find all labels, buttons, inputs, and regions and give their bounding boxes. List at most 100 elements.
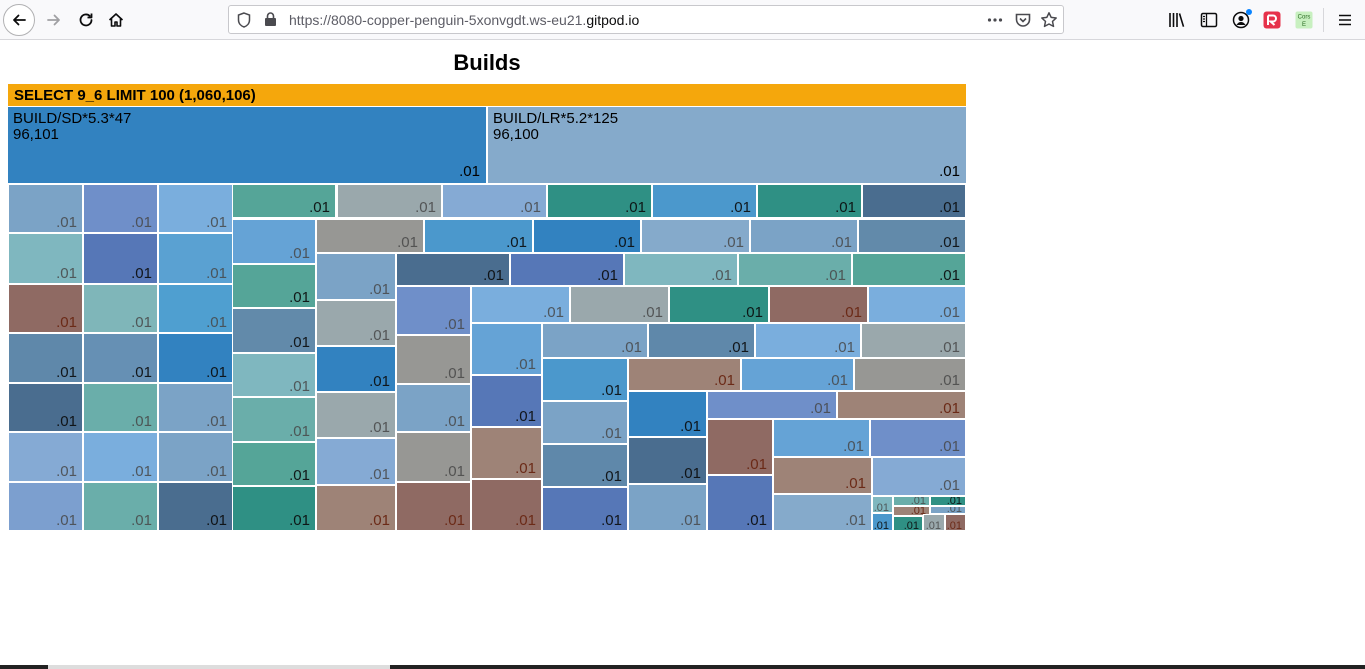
treemap-cell[interactable]: .01	[893, 516, 923, 531]
treemap-cell[interactable]: .01	[396, 432, 471, 482]
treemap-cell[interactable]: .01	[232, 442, 316, 486]
treemap-cell[interactable]: .01	[570, 286, 669, 323]
menu-icon[interactable]	[1336, 11, 1354, 29]
treemap-cell[interactable]: .01	[442, 184, 547, 218]
treemap-cell[interactable]: .01	[83, 383, 158, 432]
treemap-cell[interactable]: .01	[669, 286, 769, 323]
treemap-cell[interactable]: .01	[542, 401, 628, 444]
forward-button[interactable]	[38, 4, 70, 36]
treemap-cell[interactable]: .01	[471, 323, 542, 375]
star-icon[interactable]	[1040, 11, 1058, 29]
treemap-cell[interactable]: .01	[872, 513, 893, 531]
treemap-cell[interactable]: .01	[316, 438, 396, 485]
treemap-cell[interactable]: .01	[8, 284, 83, 333]
pocket-icon[interactable]	[1014, 11, 1032, 29]
back-button[interactable]	[3, 4, 35, 36]
treemap-cell[interactable]: .01	[8, 432, 83, 482]
treemap-block-build-sd[interactable]: BUILD/SD*5.3*47 96,101 .01	[8, 107, 486, 183]
treemap-cell[interactable]: .01	[471, 286, 570, 323]
treemap-cell[interactable]: .01	[8, 383, 83, 432]
treemap-cell[interactable]: .01	[923, 514, 945, 531]
treemap-cell[interactable]: .01	[628, 391, 707, 437]
treemap-cell[interactable]: .01	[930, 496, 966, 506]
treemap-cell[interactable]: .01	[861, 323, 966, 358]
treemap-cell[interactable]: .01	[396, 482, 471, 531]
treemap-cell[interactable]: .01	[854, 358, 966, 391]
treemap-cell[interactable]: .01	[542, 487, 628, 531]
treemap-cell[interactable]: .01	[755, 323, 861, 358]
treemap-cell[interactable]: .01	[316, 392, 396, 438]
library-icon[interactable]	[1168, 11, 1186, 29]
treemap-cell[interactable]: .01	[757, 184, 862, 218]
treemap-cell[interactable]: .01	[773, 494, 872, 531]
treemap-cell[interactable]: .01	[930, 506, 966, 514]
treemap-header[interactable]: SELECT 9_6 LIMIT 100 (1,060,106)	[8, 84, 966, 106]
treemap-cell[interactable]: .01	[232, 264, 316, 308]
treemap-cell[interactable]: .01	[471, 427, 542, 479]
treemap-cell[interactable]: .01	[862, 184, 966, 218]
treemap-cell[interactable]: .01	[738, 253, 852, 286]
treemap-cell[interactable]: .01	[750, 219, 858, 253]
treemap-cell[interactable]: .01	[83, 432, 158, 482]
treemap-cell[interactable]: .01	[628, 358, 741, 391]
treemap-cell[interactable]: .01	[158, 383, 233, 432]
more-icon[interactable]	[986, 11, 1004, 29]
treemap-cell[interactable]: .01	[510, 253, 624, 286]
treemap-cell[interactable]: .01	[707, 391, 837, 419]
home-button[interactable]	[100, 4, 132, 36]
treemap-cell[interactable]: .01	[316, 300, 396, 346]
treemap-cell[interactable]: .01	[773, 419, 870, 457]
treemap-cell[interactable]: .01	[158, 432, 233, 482]
extension-icon[interactable]	[1263, 11, 1281, 29]
treemap-cell[interactable]: .01	[471, 479, 542, 531]
treemap-cell[interactable]: .01	[396, 384, 471, 432]
treemap-cell[interactable]: .01	[232, 353, 316, 397]
treemap-cell[interactable]: .01	[773, 457, 872, 494]
lock-icon[interactable]	[264, 12, 277, 27]
treemap-cell[interactable]: .01	[8, 482, 83, 531]
treemap-cell[interactable]: .01	[628, 484, 707, 531]
treemap-cell[interactable]: .01	[316, 219, 424, 253]
treemap-cell[interactable]: .01	[158, 184, 233, 233]
sidebar-icon[interactable]	[1200, 11, 1218, 29]
treemap-cell[interactable]: .01	[8, 333, 83, 383]
treemap-cell[interactable]: .01	[852, 253, 966, 286]
treemap-cell[interactable]: .01	[316, 485, 396, 531]
treemap-cell[interactable]: .01	[533, 219, 641, 253]
address-bar[interactable]: https://8080-copper-penguin-5xonvgdt.ws-…	[228, 5, 1064, 34]
account-button[interactable]	[1232, 9, 1252, 29]
treemap-cell[interactable]: .01	[158, 482, 233, 531]
treemap-cell[interactable]: .01	[232, 184, 336, 218]
treemap-cell[interactable]: .01	[707, 475, 773, 531]
treemap-cell[interactable]: .01	[83, 333, 158, 383]
treemap-cell[interactable]: .01	[396, 335, 471, 384]
cors-icon[interactable]: CorsE	[1295, 11, 1313, 29]
treemap-cell[interactable]: .01	[316, 253, 396, 300]
treemap-cell[interactable]: .01	[83, 284, 158, 333]
treemap-cell[interactable]: .01	[83, 482, 158, 531]
shield-icon[interactable]	[237, 12, 251, 28]
treemap-cell[interactable]: .01	[547, 184, 652, 218]
treemap-cell[interactable]: .01	[542, 444, 628, 487]
treemap-cell[interactable]: .01	[316, 346, 396, 392]
treemap-cell[interactable]: .01	[945, 514, 966, 531]
treemap-cell[interactable]: .01	[232, 397, 316, 442]
treemap-cell[interactable]: .01	[158, 233, 233, 284]
treemap-cell[interactable]: .01	[868, 286, 966, 323]
treemap-cell[interactable]: .01	[652, 184, 757, 218]
treemap-cell[interactable]: .01	[542, 323, 648, 358]
treemap-cell[interactable]: .01	[232, 308, 316, 353]
treemap-cell[interactable]: .01	[232, 486, 316, 531]
treemap-cell[interactable]: .01	[232, 219, 316, 264]
treemap-cell[interactable]: .01	[858, 219, 966, 253]
treemap-cell[interactable]: .01	[424, 219, 533, 253]
treemap-cell[interactable]: .01	[337, 184, 442, 218]
treemap-cell[interactable]: .01	[158, 284, 233, 333]
treemap-cell[interactable]: .01	[542, 358, 628, 401]
treemap-cell[interactable]: .01	[648, 323, 755, 358]
treemap-block-build-lr[interactable]: BUILD/LR*5.2*125 96,100 .01	[488, 107, 966, 183]
treemap-cell[interactable]: .01	[396, 253, 510, 286]
treemap-cell[interactable]: .01	[769, 286, 868, 323]
url-text[interactable]: https://8080-copper-penguin-5xonvgdt.ws-…	[289, 12, 639, 28]
treemap-cell[interactable]: .01	[628, 437, 707, 484]
